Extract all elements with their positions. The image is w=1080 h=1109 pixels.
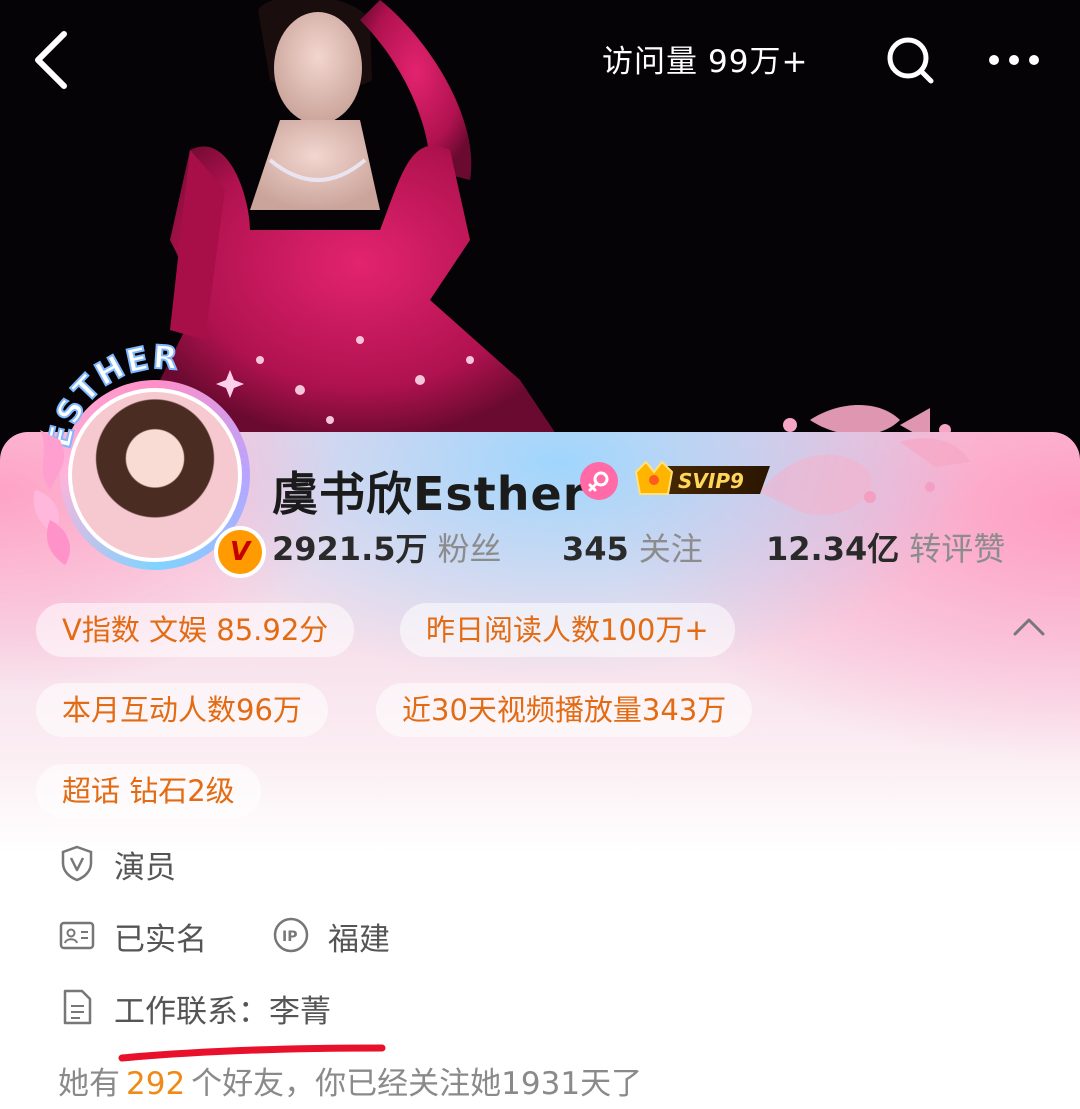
stat-label: 粉丝 (437, 530, 502, 568)
chip-yesterday-reads[interactable]: 昨日阅读人数100万+ (400, 603, 735, 657)
visits-label: 访问量 (602, 44, 698, 80)
svip-badge[interactable]: SVIP9 (632, 458, 774, 500)
chip-super-topic[interactable]: 超话 钻石2级 (36, 764, 261, 818)
ip-icon: IP (273, 917, 309, 953)
svg-text:IP: IP (282, 929, 297, 945)
stat-following[interactable]: 345 关注 (562, 524, 703, 570)
svip-badge-text: SVIP9 (678, 469, 744, 493)
friends-suffix: 个好友，你已经关注她1931天了 (191, 1066, 643, 1102)
real-name-text: 已实名 (114, 922, 207, 958)
chip-video-plays[interactable]: 近30天视频播放量343万 (376, 683, 753, 737)
female-icon (580, 462, 618, 500)
friends-prefix: 她有 (58, 1066, 120, 1102)
visit-count: 访问量 99万+ (602, 36, 808, 81)
search-icon[interactable] (884, 34, 936, 86)
stat-value: 12.34亿 (766, 530, 900, 568)
chevron-left-icon[interactable] (26, 28, 86, 92)
id-card-icon (59, 921, 95, 950)
visits-value: 99万+ (708, 44, 809, 80)
verified-badge[interactable]: V (214, 526, 266, 578)
top-bar: 访问量 99万+ (0, 0, 1080, 120)
ip-location-text: 福建 (328, 922, 390, 958)
verified-shield-icon (61, 845, 93, 882)
stat-label: 关注 (638, 530, 703, 568)
stat-followers[interactable]: 2921.5万 粉丝 (272, 524, 502, 570)
stat-value: 2921.5万 (272, 530, 428, 568)
avatar-ring-text: ESTHER (39, 340, 180, 453)
profile-name: 虞书欣Esther (272, 467, 587, 521)
more-icon[interactable] (984, 38, 1044, 82)
chip-monthly-interactions[interactable]: 本月互动人数96万 (36, 683, 328, 737)
work-contact-text: 工作联系：李菁 (114, 994, 331, 1030)
avatar[interactable]: ESTHER V (30, 340, 266, 580)
chip-v-index[interactable]: V指数 文娱 85.92分 (36, 603, 355, 657)
friends-count[interactable]: 292 (126, 1066, 185, 1102)
chevron-up-icon[interactable] (1010, 612, 1048, 642)
stat-interactions[interactable]: 12.34亿 转评赞 (766, 524, 1005, 570)
occupation-text: 演员 (114, 850, 176, 886)
friends-summary[interactable]: 她有 292 个好友，你已经关注她1931天了 (58, 1058, 642, 1103)
document-icon (63, 989, 92, 1025)
stat-value: 345 (562, 530, 629, 568)
stat-label: 转评赞 (909, 530, 1006, 568)
svg-text:ESTHER: ESTHER (40, 340, 181, 452)
